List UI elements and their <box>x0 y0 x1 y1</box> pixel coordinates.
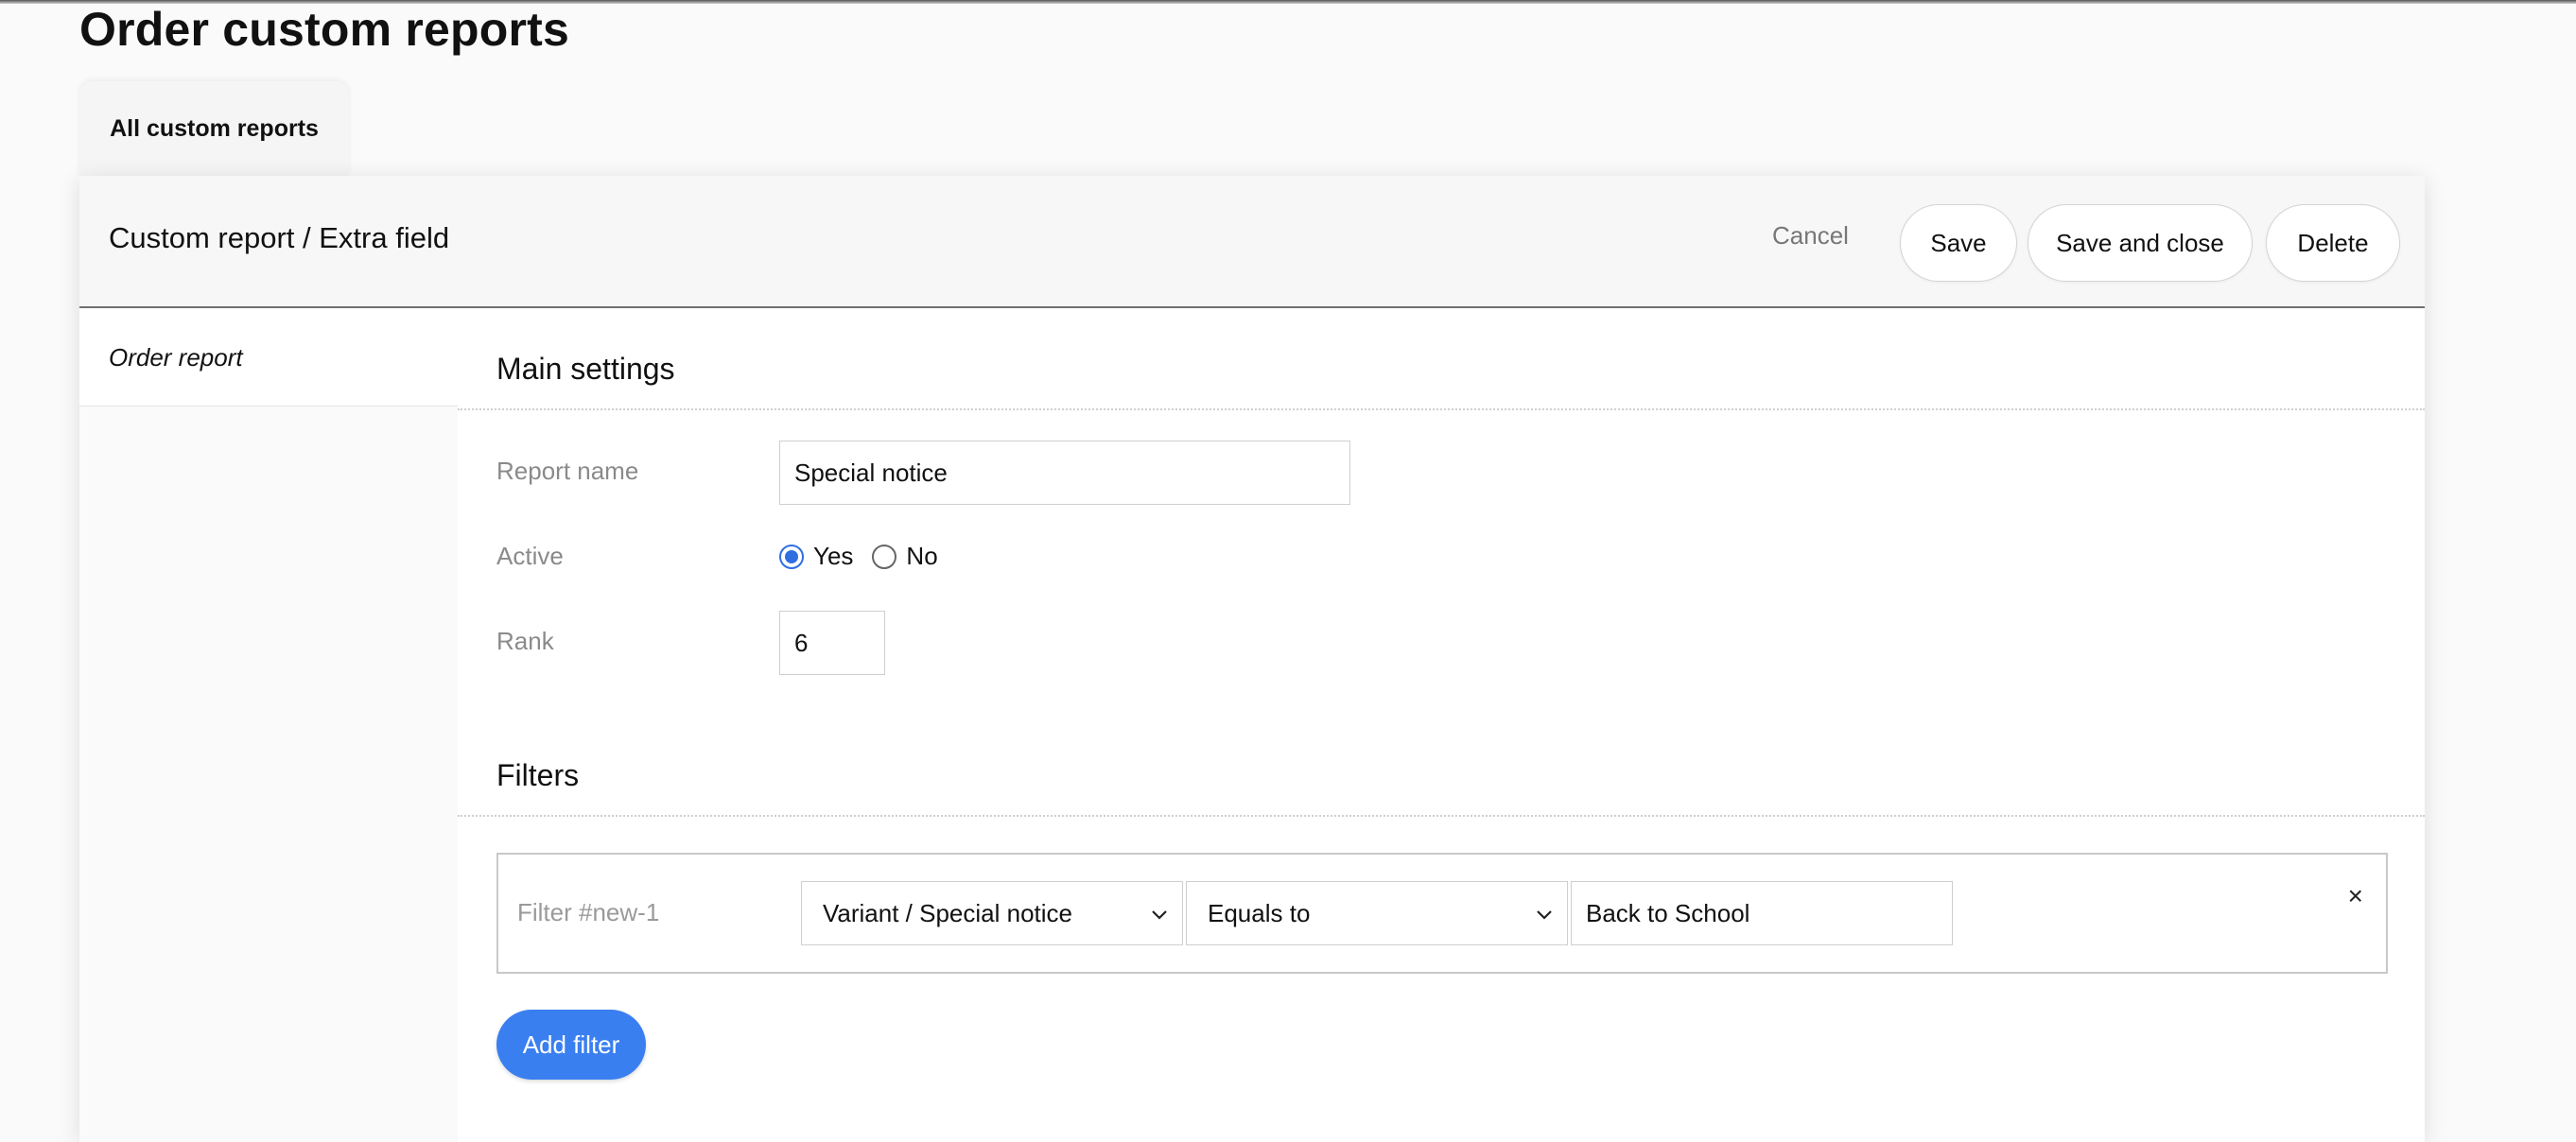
panel-header: Custom report / Extra field Cancel Save … <box>79 176 2425 308</box>
radio-yes-label: Yes <box>813 542 854 570</box>
chevron-down-icon <box>1537 910 1552 920</box>
filter-label: Filter #new-1 <box>517 898 660 926</box>
filter-operator-select[interactable]: Equals to <box>1186 881 1568 945</box>
delete-button[interactable]: Delete <box>2266 204 2400 282</box>
filter-field-select[interactable]: Variant / Special notice <box>801 881 1183 945</box>
filter-row: Filter #new-1 Variant / Special notice E… <box>496 853 2388 974</box>
radio-no[interactable] <box>872 544 897 569</box>
report-name-input[interactable]: Special notice <box>779 441 1350 505</box>
report-name-label: Report name <box>496 457 639 485</box>
active-no-option[interactable]: No <box>872 542 938 571</box>
save-and-close-button[interactable]: Save and close <box>2028 204 2253 282</box>
sidebar-item-order-report[interactable]: Order report <box>79 310 458 407</box>
close-icon[interactable]: × <box>2348 883 2363 909</box>
page-title: Order custom reports <box>79 3 570 56</box>
divider <box>458 408 2425 410</box>
report-panel: Custom report / Extra field Cancel Save … <box>79 176 2425 1142</box>
add-filter-button[interactable]: Add filter <box>496 1010 646 1080</box>
rank-input[interactable]: 6 <box>779 611 885 675</box>
breadcrumb: Custom report / Extra field <box>109 221 450 254</box>
chevron-down-icon <box>1152 910 1167 920</box>
sidebar: Order report <box>79 310 458 1142</box>
active-radio-group: Yes No <box>779 542 957 571</box>
radio-yes[interactable] <box>779 544 804 569</box>
tab-all-custom-reports[interactable]: All custom reports <box>79 81 349 176</box>
cancel-button[interactable]: Cancel <box>1772 221 1849 251</box>
filter-value-input[interactable]: Back to School <box>1571 881 1953 945</box>
main-settings-heading: Main settings <box>496 352 675 386</box>
active-yes-option[interactable]: Yes <box>779 542 853 571</box>
filters-heading: Filters <box>496 758 580 792</box>
radio-no-label: No <box>906 542 938 570</box>
save-button[interactable]: Save <box>1900 204 2017 282</box>
filter-operator-value: Equals to <box>1208 898 1311 927</box>
active-label: Active <box>496 542 564 570</box>
divider <box>458 815 2425 817</box>
rank-label: Rank <box>496 627 554 655</box>
filter-field-value: Variant / Special notice <box>823 898 1072 927</box>
main-content: Main settings Report name Special notice… <box>458 310 2425 1142</box>
